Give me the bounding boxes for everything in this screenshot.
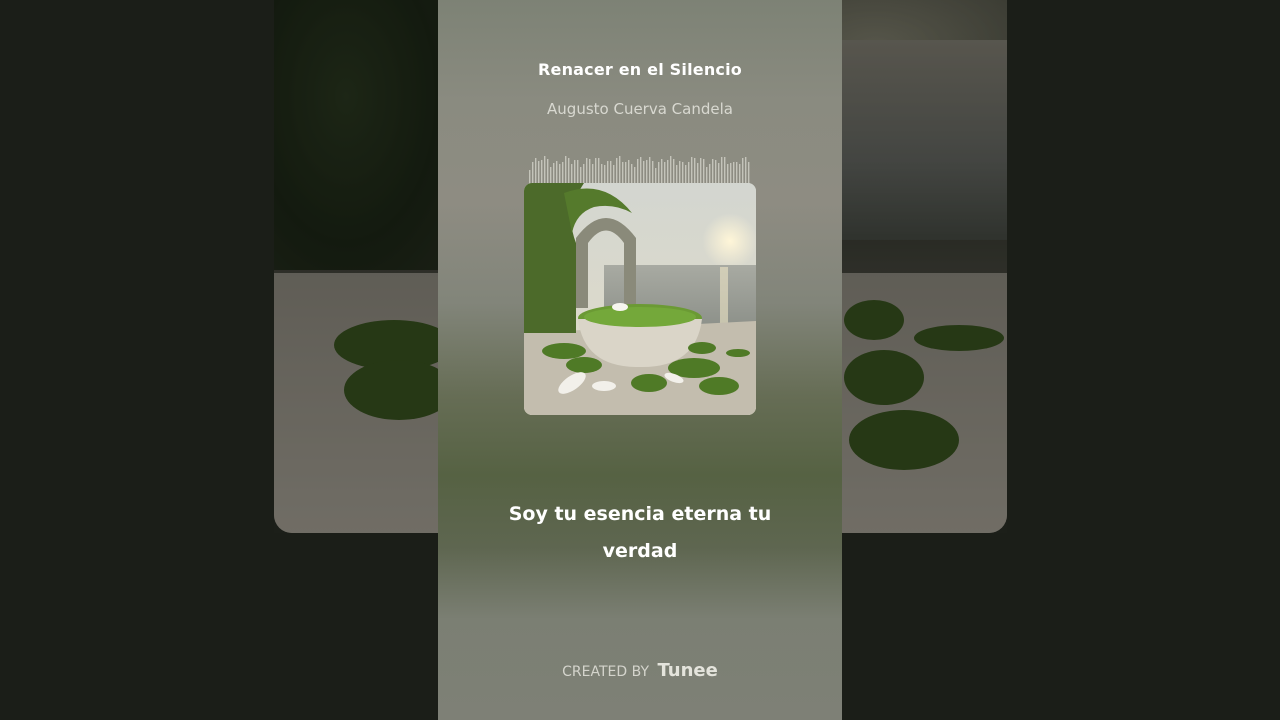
- waveform-bar: [589, 159, 591, 184]
- track-artist: Augusto Cuerva Candela: [547, 100, 733, 118]
- waveform-bar: [541, 160, 543, 184]
- waveform-bar: [574, 160, 576, 184]
- background-moss: [914, 325, 1004, 351]
- waveform-bar: [664, 162, 666, 184]
- waveform-bar: [544, 156, 546, 184]
- waveform-bar: [748, 162, 750, 184]
- waveform-bar: [658, 162, 660, 184]
- waveform-bar: [706, 167, 708, 184]
- waveform-bar: [556, 161, 558, 184]
- waveform-bar: [550, 167, 552, 184]
- waveform-bar: [682, 162, 684, 184]
- waveform-bar: [643, 161, 645, 184]
- waveform-bar: [568, 158, 570, 184]
- waveform-bar: [685, 165, 687, 184]
- waveform-bar: [721, 157, 723, 184]
- created-by-credit: CREATED BY Tunee: [438, 660, 842, 681]
- waveform-bar: [622, 162, 624, 184]
- waveform-bar: [640, 157, 642, 184]
- waveform-bar: [538, 161, 540, 184]
- waveform-bar: [595, 158, 597, 184]
- waveform-bar: [697, 163, 699, 184]
- album-cover-image: [524, 183, 756, 415]
- waveform-bar: [616, 158, 618, 184]
- waveform-bar: [691, 157, 693, 184]
- waveform-bar: [553, 163, 555, 184]
- waveform-bar: [607, 161, 609, 184]
- waveform-bar: [649, 157, 651, 184]
- waveform-bar: [703, 159, 705, 184]
- background-moss: [849, 410, 959, 470]
- waveform-bar: [646, 160, 648, 184]
- waveform-bar: [727, 164, 729, 184]
- waveform-bar: [547, 159, 549, 184]
- background-sea: [817, 40, 1007, 240]
- waveform-bar: [529, 170, 531, 184]
- waveform-bar: [580, 167, 582, 184]
- album-cover: [524, 183, 756, 415]
- waveform-bar: [532, 162, 534, 184]
- waveform-bar: [592, 164, 594, 184]
- waveform-bar: [670, 156, 672, 184]
- waveform-bar: [613, 165, 615, 184]
- waveform-bar: [673, 159, 675, 184]
- waveform-bar: [742, 158, 744, 184]
- waveform-bar: [700, 158, 702, 184]
- waveform-bar: [715, 160, 717, 184]
- waveform-bar: [610, 161, 612, 184]
- waveform-bar: [679, 161, 681, 184]
- waveform-bar: [562, 162, 564, 184]
- current-lyric-line: Soy tu esencia eterna tu verdad: [508, 503, 772, 562]
- waveform-bar: [661, 159, 663, 184]
- waveform-bar: [739, 164, 741, 184]
- waveform-icon: [529, 156, 750, 184]
- waveform-bar: [733, 162, 735, 184]
- created-by-label: CREATED BY: [562, 664, 650, 680]
- waveform-bar: [577, 160, 579, 184]
- waveform-bar: [631, 164, 633, 184]
- waveform-bar: [688, 162, 690, 184]
- waveform-bar: [565, 156, 567, 184]
- background-trees: [274, 0, 454, 270]
- brand-logo-text: Tunee: [657, 660, 718, 681]
- waveform-bar: [676, 165, 678, 184]
- waveform-bar: [667, 160, 669, 184]
- waveform-bar: [712, 159, 714, 184]
- waveform-bar: [718, 163, 720, 184]
- waveform-bar: [535, 158, 537, 184]
- waveform-bar: [601, 164, 603, 184]
- waveform-bar: [652, 161, 654, 184]
- waveform-bar: [655, 168, 657, 184]
- waveform-bar: [619, 156, 621, 184]
- waveform-bar: [724, 157, 726, 184]
- player-panel: Renacer en el Silencio Augusto Cuerva Ca…: [438, 0, 842, 720]
- waveform-bar: [730, 163, 732, 184]
- waveform-bar: [598, 158, 600, 184]
- waveform-bar: [571, 164, 573, 184]
- waveform-bar: [559, 164, 561, 184]
- background-moss: [844, 300, 904, 340]
- track-title: Renacer en el Silencio: [538, 60, 742, 79]
- waveform-bar: [637, 159, 639, 184]
- waveform-bar: [586, 158, 588, 184]
- waveform-bar: [709, 164, 711, 184]
- waveform-bar: [628, 160, 630, 184]
- waveform-bar: [694, 158, 696, 184]
- background-moss: [844, 350, 924, 405]
- waveform-bar: [745, 157, 747, 184]
- waveform-bar: [634, 167, 636, 184]
- waveform-bar: [583, 164, 585, 184]
- waveform-bar: [604, 165, 606, 184]
- waveform-bar: [625, 162, 627, 184]
- waveform-bar: [736, 162, 738, 184]
